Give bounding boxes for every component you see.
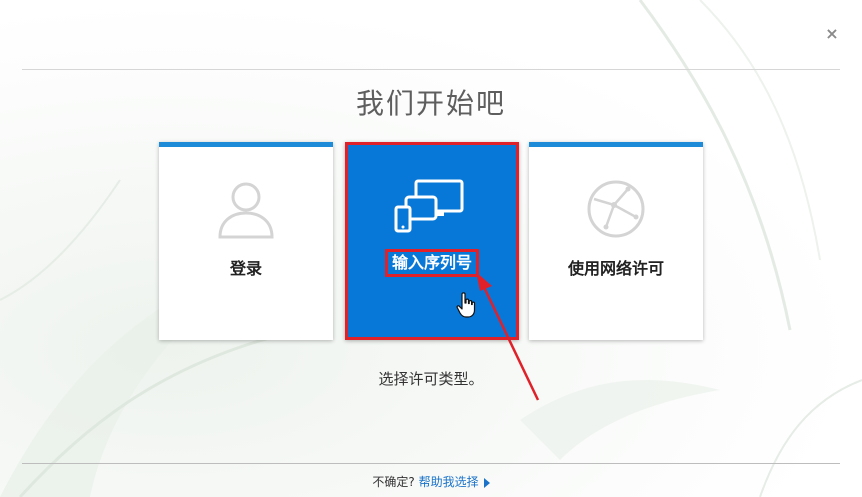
- play-arrow-icon: [483, 477, 490, 488]
- login-card-label: 登录: [229, 259, 262, 278]
- network-license-card[interactable]: 使用网络许可: [529, 142, 703, 340]
- close-icon: ×: [825, 24, 839, 43]
- login-card[interactable]: 登录: [159, 142, 333, 340]
- devices-icon: [348, 175, 516, 239]
- help-me-choose-link[interactable]: 帮助我选择: [419, 475, 490, 489]
- serial-number-card[interactable]: 输入序列号: [345, 142, 519, 340]
- page-title: 我们开始吧: [355, 87, 506, 120]
- hand-cursor-icon: [456, 292, 476, 318]
- user-icon: [159, 177, 333, 241]
- license-type-hint: 选择许可类型。: [378, 370, 484, 388]
- help-link-label: 帮助我选择: [418, 475, 479, 489]
- license-dialog: × 我们开始吧 登录 输入序列号 使用网络许可 选择许可类型。 不确定? 帮助我…: [0, 0, 862, 497]
- network-license-card-label: 使用网络许可: [567, 259, 664, 278]
- top-divider: [22, 69, 840, 70]
- globe-network-icon: [529, 177, 703, 241]
- footer-question: 不确定?: [372, 475, 415, 489]
- footer: 不确定? 帮助我选择: [0, 473, 862, 490]
- serial-number-card-label: 输入序列号: [384, 249, 479, 277]
- close-button[interactable]: ×: [820, 22, 844, 46]
- bottom-divider: [22, 463, 840, 464]
